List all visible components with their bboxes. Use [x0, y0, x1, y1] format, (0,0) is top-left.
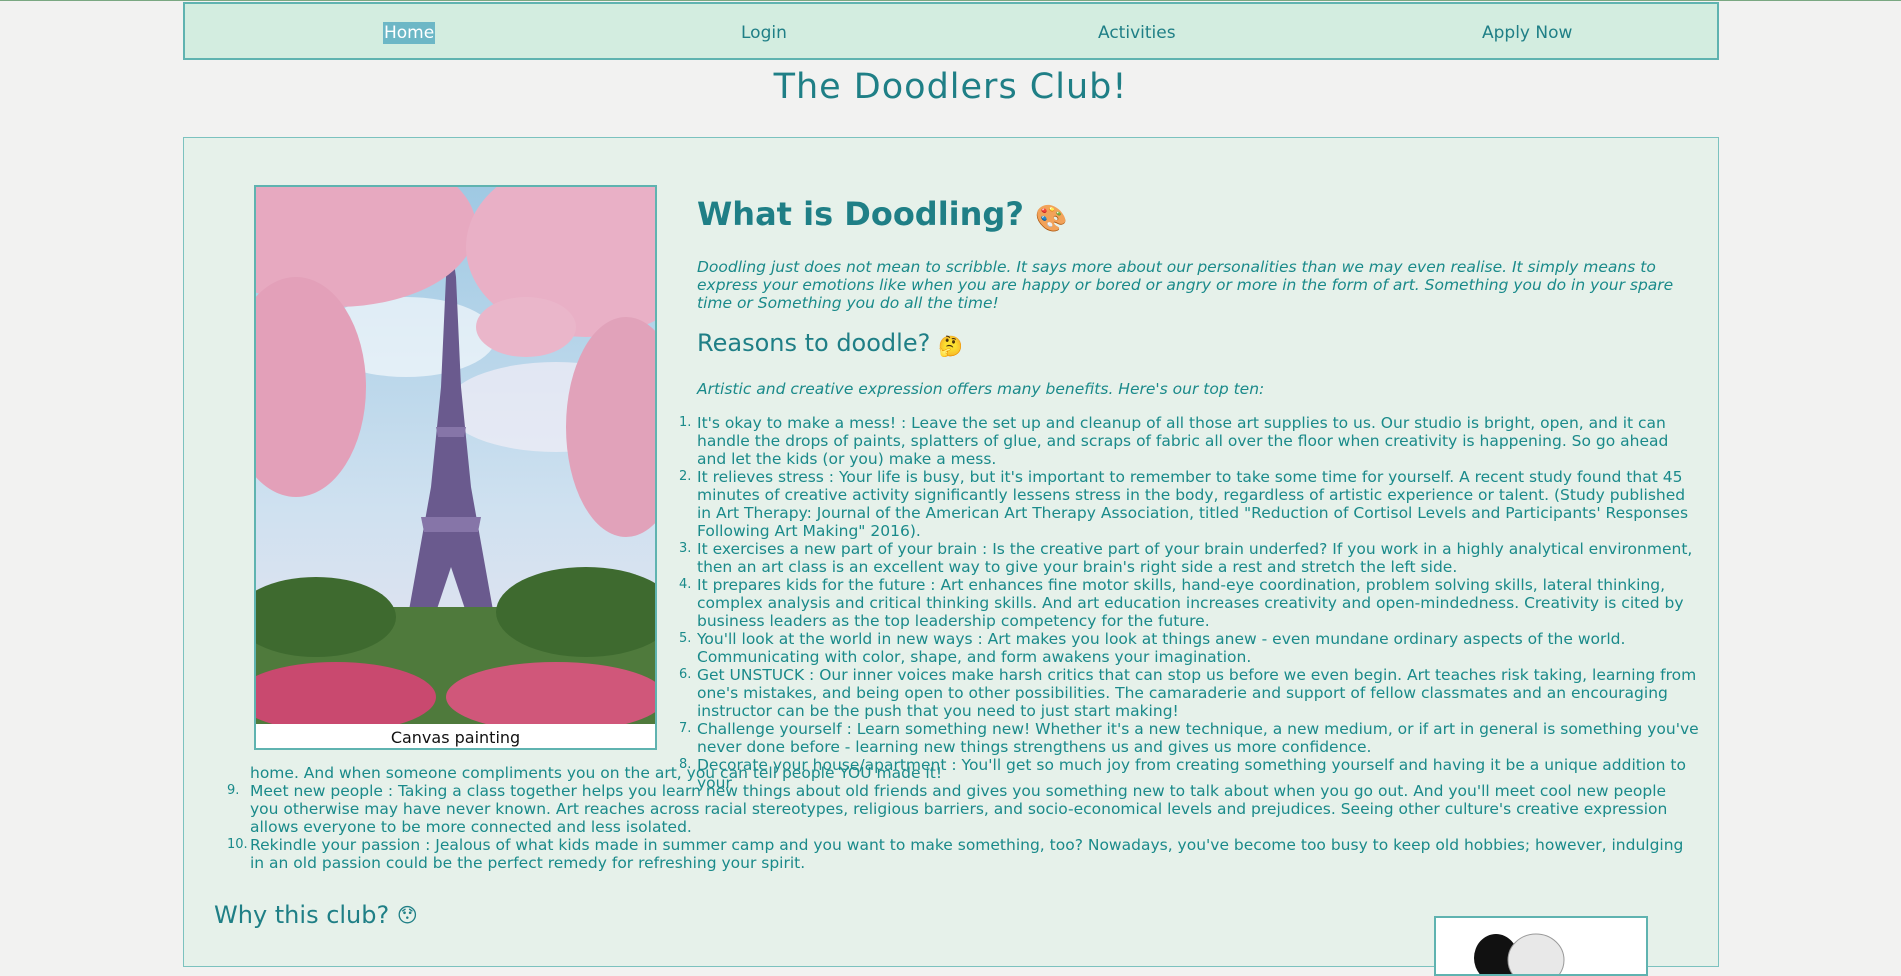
nav-home-link[interactable]: Home	[383, 22, 436, 44]
main-panel: Canvas painting What is Doodling? 🎨 Dood…	[183, 137, 1719, 976]
nav-activities-link[interactable]: Activities	[1098, 22, 1176, 44]
nav-login-link[interactable]: Login	[741, 22, 787, 44]
list-item-number: 5.	[679, 631, 692, 646]
list-item-text: Get UNSTUCK : Our inner voices make hars…	[697, 666, 1697, 720]
list-item-text: It exercises a new part of your brain : …	[697, 540, 1693, 576]
list-item-text: Rekindle your passion : Jealous of what …	[250, 836, 1684, 872]
list-item-number: 1.	[679, 415, 692, 430]
nav-apply-now-link[interactable]: Apply Now	[1482, 22, 1572, 44]
list-item-number: 6.	[679, 667, 692, 682]
painting-caption: Canvas painting	[390, 728, 521, 747]
reasons-heading: Reasons to doodle? 🤔	[697, 328, 964, 358]
list-item-text: home. And when someone compliments you o…	[250, 764, 943, 782]
doodling-intro-text: Doodling just does not mean to scribble.…	[697, 258, 1674, 312]
list-item: 2. It relieves stress : Your life is busy…	[679, 468, 1699, 540]
list-item: 6. Get UNSTUCK : Our inner voices make ha…	[679, 666, 1699, 720]
list-item-text: It's okay to make a mess! : Leave the se…	[697, 414, 1669, 468]
what-heading-text: What is Doodling?	[697, 195, 1024, 233]
what-is-doodling-heading: What is Doodling? 🎨	[697, 194, 1697, 234]
cartoon-character-image	[1474, 933, 1565, 974]
why-heading-text: Why this club?	[214, 901, 390, 929]
list-item-number: 2.	[679, 469, 692, 484]
reasons-lead-text: Artistic and creative expression offers …	[697, 380, 1265, 398]
list-item-number: 10.	[227, 837, 248, 852]
reasons-list-continued: home. And when someone compliments you o…	[227, 764, 1690, 872]
list-item-number: 7.	[679, 721, 692, 736]
list-item-number: 9.	[227, 783, 240, 798]
eiffel-tower-painting-image	[256, 187, 655, 724]
thinking-emoji-icon: 🤔	[937, 334, 963, 358]
list-item: 7. Challenge yourself : Learn something n…	[679, 720, 1699, 756]
list-item-continuation: home. And when someone compliments you o…	[250, 764, 1690, 782]
list-item-text: It prepares kids for the future : Art en…	[697, 576, 1684, 630]
list-item: 5. You'll look at the world in new ways :…	[679, 630, 1699, 666]
reasons-list: 1. It's okay to make a mess! : Leave the …	[679, 414, 1699, 792]
list-item: 3. It exercises a new part of your brain …	[679, 540, 1699, 576]
list-item-text: It relieves stress : Your life is busy, …	[697, 468, 1689, 540]
surprised-emoji-icon: 😯	[396, 903, 418, 927]
list-item: 10. Rekindle your passion : Jealous of wh…	[227, 836, 1690, 872]
about-content: What is Doodling? 🎨 Doodling just does n…	[679, 194, 1699, 792]
top-nav: Home Login Activities Apply Now	[183, 2, 1719, 60]
site-title: The Doodlers Club!	[773, 67, 1128, 107]
why-club-image	[1434, 916, 1648, 976]
reasons-heading-text: Reasons to doodle?	[697, 329, 931, 357]
why-this-club-heading: Why this club? 😯	[214, 901, 423, 929]
palette-emoji-icon: 🎨	[1035, 204, 1068, 234]
list-item: 4. It prepares kids for the future : Art …	[679, 576, 1699, 630]
list-item-text: Challenge yourself : Learn something new…	[697, 720, 1699, 756]
list-item-number: 3.	[679, 541, 692, 556]
list-item: 1. It's okay to make a mess! : Leave the …	[679, 414, 1699, 468]
list-item: 9. Meet new people : Taking a class toget…	[227, 782, 1690, 836]
list-item-text: You'll look at the world in new ways : A…	[697, 630, 1626, 666]
painting-figure: Canvas painting	[254, 185, 657, 750]
list-item-number: 4.	[679, 577, 692, 592]
list-item-text: Meet new people : Taking a class togethe…	[250, 782, 1668, 836]
